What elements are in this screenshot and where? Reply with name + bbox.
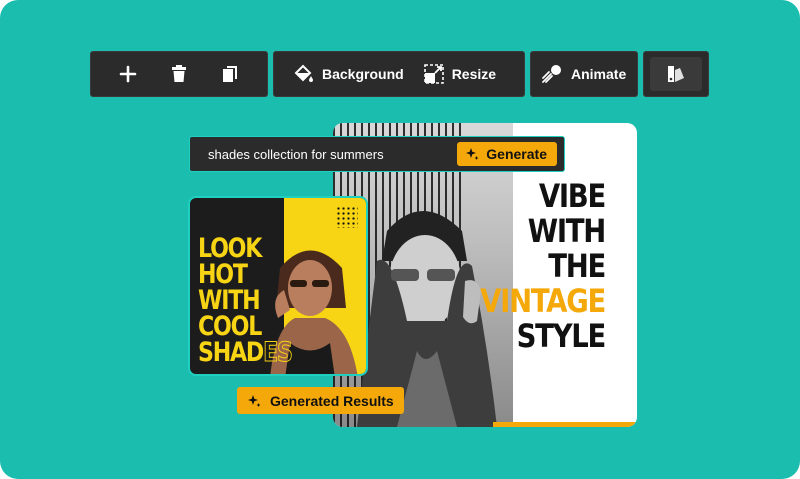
toolbar-animate-group: Animate [530, 51, 638, 97]
background-label: Background [322, 66, 404, 82]
generate-button[interactable]: Generate [457, 142, 557, 166]
animate-button[interactable]: Animate [531, 52, 636, 96]
toolbar-canvas-group: Background Resize [273, 51, 525, 97]
result-line-5-outline: ES [263, 337, 294, 368]
sparkle-icon [248, 394, 261, 407]
palette-icon [668, 66, 684, 82]
resize-label: Resize [451, 66, 497, 82]
copy-icon [222, 66, 237, 82]
animate-icon [542, 65, 561, 83]
generate-label: Generate [486, 146, 547, 162]
result-line-5-solid: SHAD [198, 337, 264, 368]
style-button[interactable] [650, 57, 702, 91]
generated-results-badge[interactable]: Generated Results [237, 387, 404, 414]
trash-icon [171, 65, 186, 82]
dot-pattern [336, 206, 358, 228]
canvas-background: Background Resize Animate VIBE WITH THE … [0, 0, 800, 479]
generated-results-label: Generated Results [270, 392, 394, 409]
headline-line-1: VIBE [538, 177, 606, 215]
prompt-input[interactable]: shades collection for summers [190, 147, 457, 162]
headline-line-4: STYLE [516, 317, 607, 355]
background-button[interactable]: Background [274, 52, 414, 96]
resize-button[interactable]: Resize [414, 52, 506, 96]
headline-line-3: VINTAGE [480, 282, 606, 320]
ai-prompt-bar: shades collection for summers Generate [189, 136, 565, 172]
delete-button[interactable] [163, 58, 195, 90]
generated-result-thumbnail[interactable]: LOOK HOT WITH COOL SHADES [188, 196, 368, 376]
add-button[interactable] [112, 58, 144, 90]
accent-bar [493, 422, 637, 427]
result-line-5: SHADES [198, 337, 294, 368]
animate-label: Animate [571, 66, 627, 82]
paint-bucket-icon [294, 64, 313, 82]
design-headline: VIBE WITH THE VINTAGE STYLE [476, 177, 607, 355]
toolbar-edit-group [90, 51, 268, 97]
duplicate-button[interactable] [214, 58, 246, 90]
resize-icon [423, 64, 444, 84]
headline-line-2: WITH THE [527, 212, 607, 285]
toolbar-style-group [643, 51, 709, 97]
result-headline: LOOK HOT WITH COOL SHADES [198, 235, 294, 368]
sparkle-icon [466, 148, 479, 160]
plus-icon [120, 65, 137, 83]
